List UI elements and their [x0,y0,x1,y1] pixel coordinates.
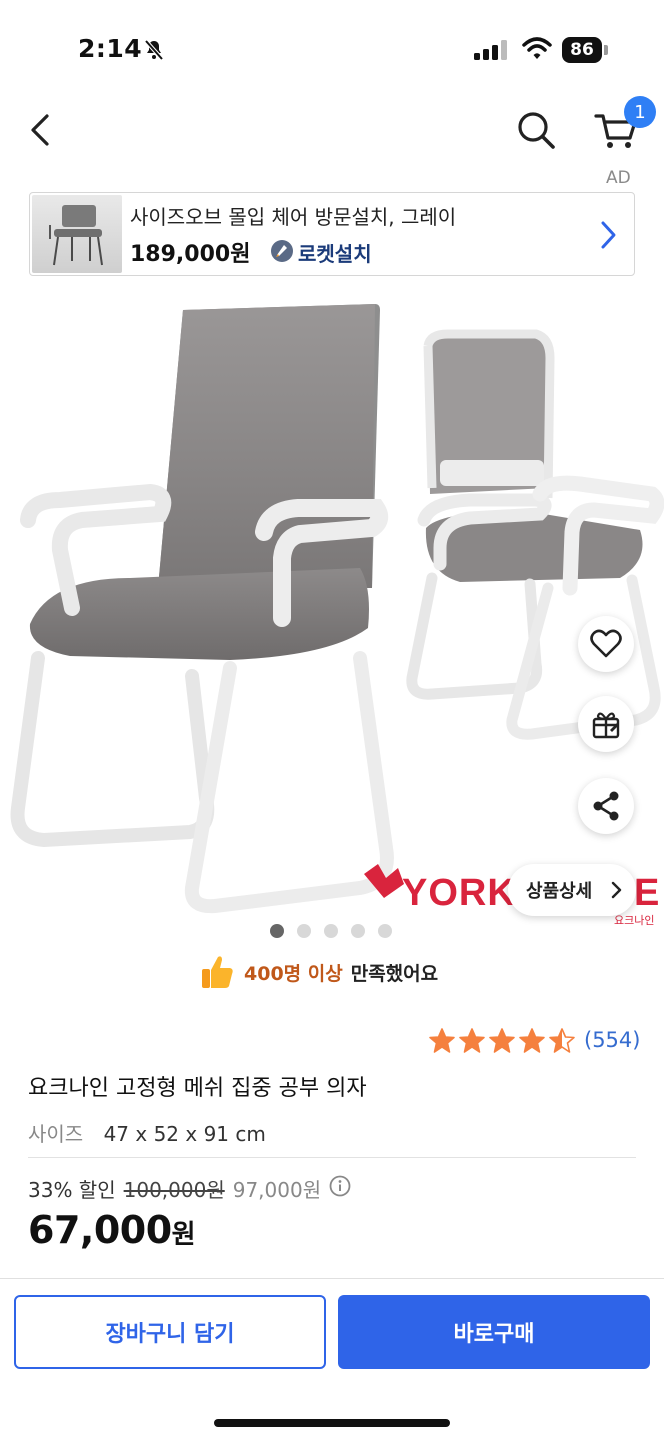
thumbs-up-icon [202,956,233,988]
bell-muted-icon [142,38,166,66]
ad-banner[interactable]: 사이즈오브 몰입 체어 방문설치, 그레이 189,000원 로켓설치 [29,192,635,276]
back-button[interactable] [22,110,62,150]
cellular-signal-icon [474,40,508,64]
pagination-dot[interactable] [378,924,392,938]
top-nav: 1 [0,96,664,170]
wishlist-button[interactable] [578,616,634,672]
divider [28,1157,636,1158]
ad-title: 사이즈오브 몰입 체어 방문설치, 그레이 [130,205,457,229]
pagination-dot[interactable] [351,924,365,938]
gift-icon [592,712,620,739]
discount-rate: 33% 할인 [28,1178,116,1202]
brand-logo-tail: E [634,872,660,914]
search-button[interactable] [514,108,558,152]
wifi-icon [522,37,552,65]
rating-stars [428,1027,576,1055]
battery-indicator: 86 [562,37,602,63]
final-price-currency: 원 [171,1220,196,1250]
product-title: 요크나인 고정형 메쉬 집중 공부 의자 [28,1076,367,1101]
rocket-install-icon [270,239,294,267]
heart-icon [590,629,622,658]
star-icon [489,1028,515,1053]
final-price: 67,000원 [28,1208,196,1252]
chevron-right-icon [610,881,622,904]
size-row: 사이즈 47 x 52 x 91 cm [28,1118,266,1147]
share-button[interactable] [578,778,634,834]
product-image[interactable] [0,288,664,916]
star-icon [519,1028,545,1053]
brand-logo-text: YORK [402,872,516,914]
buy-now-button[interactable]: 바로구매 [338,1295,650,1369]
star-icon [459,1028,485,1053]
satisfaction-banner: 400명 이상 만족했어요 [200,952,438,992]
pagination-dot[interactable] [324,924,338,938]
ad-rocket-badge: 로켓설치 [298,242,372,266]
bottom-action-bar: 장바구니 담기 바로구매 [0,1278,664,1440]
ad-label: AD [606,168,631,188]
image-pagination [270,924,392,938]
info-icon[interactable] [329,1175,351,1202]
brand-logo-subtext: 요크나인 [614,914,655,927]
add-to-cart-button[interactable]: 장바구니 담기 [14,1295,326,1369]
product-detail-button[interactable]: 상품상세 [508,864,636,916]
original-price: 100,000원 [123,1178,225,1202]
size-label: 사이즈 [28,1122,84,1146]
star-icon [549,1028,575,1053]
ad-thumbnail [32,195,122,273]
size-value: 47 x 52 x 91 cm [103,1122,266,1146]
share-icon [593,791,619,821]
gift-button[interactable] [578,696,634,752]
product-detail-label: 상품상세 [526,881,593,902]
star-icon [429,1028,455,1053]
unit-price: 97,000원 [232,1178,322,1202]
home-indicator [214,1419,450,1427]
satisfaction-text: 만족했어요 [350,962,439,985]
final-price-value: 67,000 [28,1208,172,1252]
status-time: 2:14 [78,34,143,63]
ad-price: 189,000원 [130,242,251,267]
review-count-link[interactable]: (554) [584,1028,640,1052]
chevron-left-icon [31,114,49,146]
chevron-right-icon [596,219,620,255]
pagination-dot[interactable] [270,924,284,938]
battery-cap [604,45,608,55]
status-bar: 2:14 86 [0,0,664,100]
cart-count-badge: 1 [624,96,656,128]
satisfaction-count: 400명 이상 [244,962,343,985]
price-row: 33% 할인 100,000원 97,000원 [28,1174,351,1203]
pagination-dot[interactable] [297,924,311,938]
search-icon [518,112,555,149]
